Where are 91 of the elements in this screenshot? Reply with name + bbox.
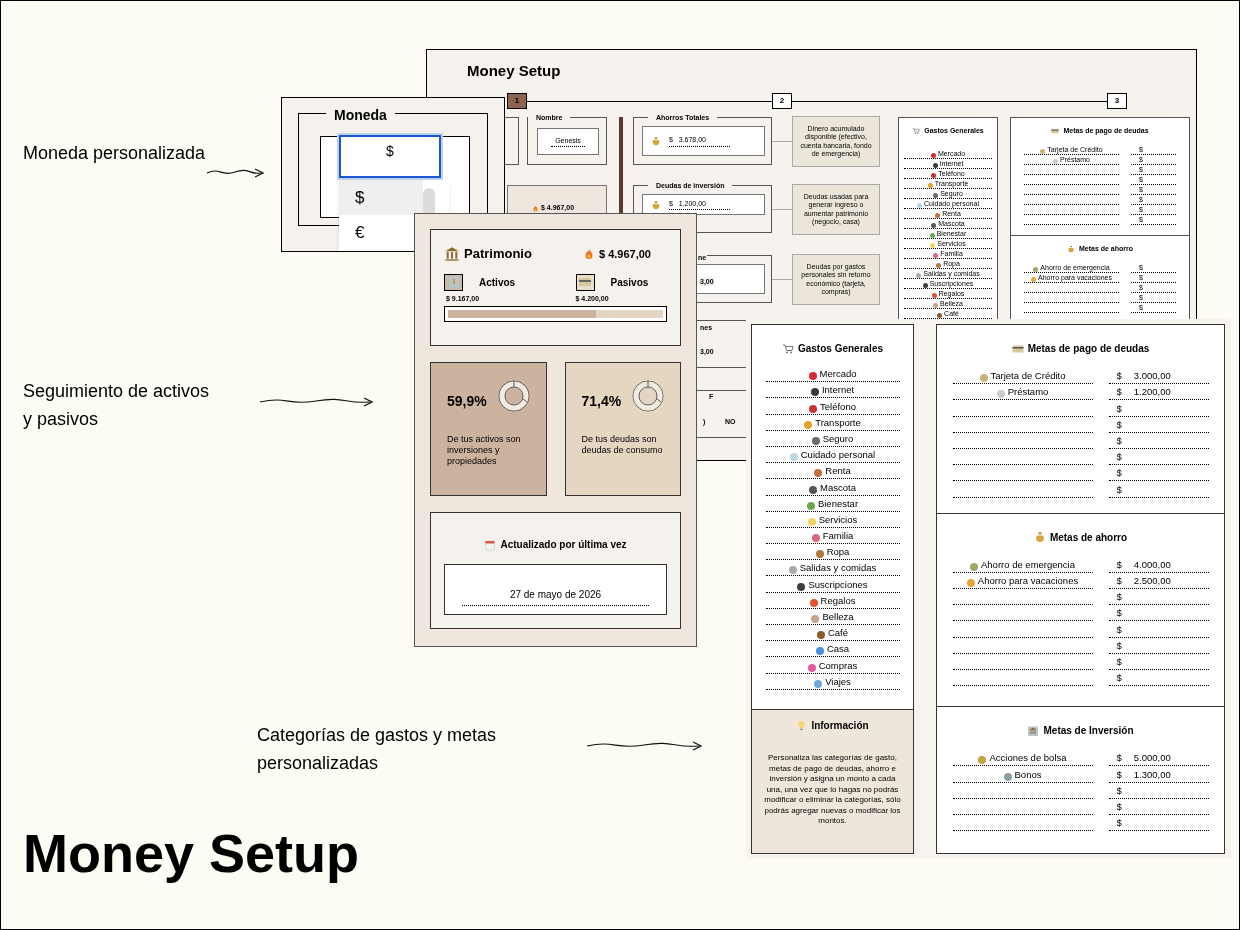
category-row[interactable]: Familia xyxy=(765,527,900,545)
category-row[interactable]: Suscripciones xyxy=(765,576,900,593)
squiggle-arrow xyxy=(206,168,264,178)
category-row[interactable]: Ropa xyxy=(765,544,900,561)
category-row[interactable]: Cuidado personal xyxy=(765,446,900,464)
amount-field[interactable]: $ 3.000,00 xyxy=(1108,368,1209,385)
dropdown-option[interactable]: $ xyxy=(339,180,423,215)
category-row[interactable]: Transporte xyxy=(765,414,900,431)
stat-label: Activos xyxy=(479,275,516,290)
step-marker: 3 xyxy=(1107,93,1127,109)
amount-field[interactable]: $ xyxy=(1108,669,1209,687)
card-title: Información xyxy=(811,719,869,733)
lightbulb-icon xyxy=(796,720,808,731)
category-row[interactable]: Servicios xyxy=(765,511,900,528)
goal-name-field[interactable]: Ahorro para vacaciones xyxy=(952,572,1093,589)
card-title: Patrimonio xyxy=(464,245,532,263)
headline: Money Setup xyxy=(23,822,361,885)
bank-icon xyxy=(1027,724,1040,737)
stat-description: De tus activos son inversiones y propiedades xyxy=(447,434,522,467)
bank-icon xyxy=(444,273,463,291)
flame-icon xyxy=(583,247,595,260)
goal-name-field[interactable]: Préstamo xyxy=(952,384,1093,401)
amount-field[interactable]: $ xyxy=(1108,605,1209,622)
category-row[interactable]: Teléfono xyxy=(765,398,900,415)
section-title: Metas de Inversión xyxy=(1043,724,1134,739)
goal-name-field[interactable]: Ahorro de emergencia xyxy=(952,556,1093,573)
amount-field[interactable]: $ xyxy=(1108,653,1209,670)
amount-field[interactable]: $ xyxy=(1108,481,1209,498)
money-bag-icon xyxy=(651,199,661,210)
category-row[interactable]: Belleza xyxy=(765,608,900,625)
step-marker: 2 xyxy=(772,93,792,109)
goal-name-field[interactable]: Bonos xyxy=(952,766,1093,783)
category-row[interactable]: Seguro xyxy=(765,430,900,447)
calendar-icon xyxy=(484,538,497,551)
currency-dropdown[interactable]: $ xyxy=(339,135,441,178)
annotation-text: Seguimiento de activos y pasivos xyxy=(23,380,211,431)
cart-icon xyxy=(781,342,794,355)
info-text: Personaliza las categorías de gasto, metas de pago de deudas, ahorro e inversión y asigna un monto a cada una, una vez que lo hagas no podrás modificar o eliminar la categorías, sólo podrás agregar nuevas o modificar los montos. xyxy=(763,753,902,827)
flame-icon xyxy=(532,204,539,212)
category-row[interactable]: Casa xyxy=(765,641,900,658)
cart-icon xyxy=(912,127,921,136)
donut-icon xyxy=(497,379,530,412)
percentage-text: 59,9% xyxy=(447,392,487,411)
category-row[interactable]: Salidas y comidas xyxy=(765,560,900,577)
category-row[interactable]: Mercado xyxy=(765,366,900,383)
amount-field[interactable]: $ xyxy=(1108,400,1209,417)
amount-field[interactable]: $ xyxy=(1108,637,1209,654)
amount-field[interactable]: $ xyxy=(1108,815,1209,832)
card-icon xyxy=(575,273,595,291)
amount-field[interactable]: $ 1.200,00 xyxy=(1108,384,1209,401)
amount-field[interactable]: $ xyxy=(1108,465,1209,482)
amount-field[interactable]: $ 4.000,00 xyxy=(1108,556,1209,573)
annotation-text: Categorías de gastos y metas personalizadas xyxy=(257,724,498,775)
money-bag-icon xyxy=(1033,531,1046,544)
stat-description: De tus deudas son deudas de consumo xyxy=(581,434,664,456)
annotation-text: Moneda personalizada xyxy=(23,142,207,165)
bank-icon xyxy=(444,245,460,262)
money-bag-icon xyxy=(651,136,661,146)
category-row[interactable]: Renta xyxy=(765,463,900,480)
amount-field[interactable]: $ xyxy=(1108,448,1209,466)
category-row[interactable]: Bienestar xyxy=(765,495,900,512)
amount-text: $ 4.967,00 xyxy=(599,246,651,262)
sheet-title: Money Setup xyxy=(467,61,562,81)
category-row[interactable]: Compras xyxy=(765,657,900,674)
card-title: Actualizado por última vez xyxy=(500,538,627,552)
amount-field[interactable]: $ 2.500,00 xyxy=(1108,572,1209,589)
amount-field[interactable]: $ 1.300,00 xyxy=(1108,766,1209,783)
amount-field[interactable]: $ 5.000,00 xyxy=(1108,750,1209,767)
amount-field[interactable]: $ xyxy=(1108,621,1209,638)
category-row[interactable]: Café xyxy=(765,625,900,642)
step-marker: 1 xyxy=(507,93,527,109)
category-row[interactable]: Regalos xyxy=(765,592,900,609)
date-field[interactable]: 27 de mayo de 2026 xyxy=(444,564,667,615)
list-title: Gastos Generales xyxy=(797,342,883,356)
amount-field[interactable]: $ xyxy=(1108,782,1209,799)
amount-field[interactable]: $ xyxy=(1108,589,1209,606)
stat-label: Pasivos xyxy=(610,275,649,290)
goal-name-field[interactable]: Acciones de bolsa xyxy=(952,750,1093,767)
donut-icon xyxy=(632,379,664,412)
amount-field[interactable]: $ xyxy=(1108,416,1209,433)
goal-name-field[interactable]: Tarjeta de Crédito xyxy=(952,368,1093,385)
amount-field[interactable]: $ xyxy=(1108,432,1209,449)
percentage-text: 71,4% xyxy=(581,392,622,411)
category-row[interactable]: Viajes xyxy=(765,673,900,690)
section-title: Metas de pago de deudas xyxy=(1027,342,1150,356)
money-bag-icon xyxy=(1066,245,1075,254)
category-row[interactable]: Internet xyxy=(765,382,900,399)
category-row[interactable]: Mascota xyxy=(765,479,900,496)
card-icon xyxy=(1051,127,1060,136)
amount-field[interactable]: $ xyxy=(1108,798,1209,815)
section-title: Metas de ahorro xyxy=(1049,530,1128,545)
